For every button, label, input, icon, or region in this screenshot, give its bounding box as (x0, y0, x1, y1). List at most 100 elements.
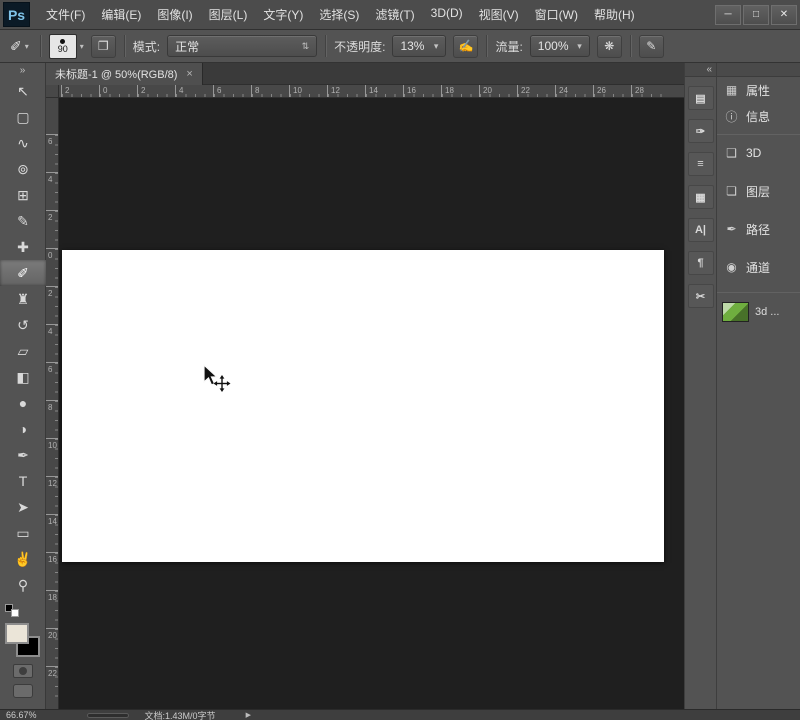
menu-item[interactable]: 图像(I) (149, 2, 200, 27)
3d-panel-button[interactable]: ❑ 3D (717, 140, 800, 166)
maximize-button[interactable]: □ (743, 4, 769, 25)
menu-item[interactable]: 3D(D) (423, 2, 471, 27)
panel-label: 路径 (746, 222, 771, 237)
path-selection-tool[interactable]: ➤ (0, 494, 46, 520)
gradient-tool[interactable]: ◧ (0, 364, 46, 390)
screen-mode-button[interactable] (13, 684, 33, 698)
ruler-mark: 22 (46, 666, 58, 704)
tool-presets-panel-icon[interactable]: ✂ (687, 284, 714, 308)
tablet-opacity-pressure-button[interactable]: ✍ (453, 34, 479, 58)
info-panel-button[interactable]: ⓘ 信息 (717, 103, 800, 129)
menu-item[interactable]: 滤镜(T) (367, 2, 422, 27)
dock-header[interactable] (717, 63, 800, 77)
menu-item[interactable]: 视图(V) (471, 2, 527, 27)
menu-item[interactable]: 文字(Y) (255, 2, 311, 27)
status-scroll-thumb[interactable] (86, 712, 129, 718)
channels-panel-button[interactable]: ◉ 通道 (717, 254, 800, 280)
divider (629, 35, 631, 57)
character-panel-icon[interactable]: A| (687, 218, 714, 242)
brush-preset-picker[interactable]: 90 ▾ (48, 33, 84, 59)
crop-tool[interactable]: ⊞ (0, 182, 46, 208)
pen-tool[interactable]: ✒ (0, 442, 46, 468)
brush-icon: ✐ (10, 37, 22, 54)
flow-value: 100% (537, 39, 569, 53)
ruler-mark: 0 (46, 248, 58, 286)
menu-item[interactable]: 编辑(E) (93, 2, 149, 27)
tool-preset-picker[interactable]: ✐ ▾ (7, 36, 32, 57)
clone-stamp-tool[interactable]: ♜ (0, 286, 46, 312)
shape-tool[interactable]: ▭ (0, 520, 46, 546)
panel-label: 信息 (746, 109, 771, 124)
tablet-size-pressure-button[interactable]: ✎ (638, 34, 664, 58)
ruler-mark: 4 (175, 85, 213, 97)
horizontal-ruler[interactable]: 2 0 2 4 6 8 10 12 14 16 18 20 22 24 26 28 (59, 85, 684, 98)
history-brush-tool[interactable]: ↺ (0, 312, 46, 338)
tool-icon: ↖ (17, 82, 29, 99)
foreground-color-swatch[interactable] (5, 623, 29, 644)
adjustments-panel-icon[interactable]: ▤ (687, 86, 714, 110)
chevron-down-icon: ▾ (79, 41, 84, 51)
divider (123, 35, 125, 57)
toggle-brush-panel-button[interactable]: ❐ (90, 34, 116, 58)
ruler-mark: 8 (46, 400, 58, 438)
ruler-mark: 2 (46, 210, 58, 248)
clone-source-panel-icon[interactable]: ▦ (687, 185, 714, 209)
tab-close-icon[interactable]: × (186, 68, 192, 80)
styles-panel-icon[interactable]: ✑ (687, 119, 714, 143)
quick-selection-tool[interactable]: ⊚ (0, 156, 46, 182)
close-button[interactable]: ✕ (771, 4, 797, 25)
tool-icon: ▱ (17, 342, 29, 359)
quick-mask-button[interactable] (13, 664, 33, 678)
ruler-origin-corner[interactable] (46, 85, 59, 98)
strip-collapse-button[interactable]: « (685, 63, 716, 77)
chevron-down-icon: ▾ (577, 40, 582, 51)
divider (325, 35, 327, 57)
flow-select[interactable]: 100% ▾ (529, 35, 590, 57)
menu-item[interactable]: 文件(F) (38, 2, 93, 27)
ruler-mark: 10 (46, 438, 58, 476)
lasso-tool[interactable]: ∿ (0, 130, 46, 156)
type-tool[interactable]: T (0, 468, 46, 494)
menu-item[interactable]: 帮助(H) (586, 2, 643, 27)
opacity-label: 不透明度: (334, 39, 386, 54)
eraser-tool[interactable]: ▱ (0, 338, 46, 364)
tool-icon: ◧ (16, 368, 30, 385)
flow-label: 流量: (495, 39, 523, 54)
divider (486, 35, 488, 57)
airbrush-button[interactable]: ❋ (596, 34, 622, 58)
canvas[interactable] (62, 250, 664, 562)
hand-tool[interactable]: ✌ (0, 546, 46, 572)
panel-dock: ▦ 属性 ⓘ 信息 ❑ 3D ❏ 图层 ✒ 路径 ◉ 通道 3d ... (716, 63, 800, 709)
brush-tool[interactable]: ✐ (0, 260, 46, 286)
menu-item[interactable]: 图层(L) (201, 2, 256, 27)
zoom-level-field[interactable]: 66.67% (6, 710, 37, 720)
document-tab[interactable]: 未标题-1 @ 50%(RGB/8) × (46, 63, 203, 85)
properties-panel-button[interactable]: ▦ 属性 (717, 77, 800, 103)
minimize-button[interactable]: ─ (715, 4, 741, 25)
menu-item[interactable]: 选择(S) (311, 2, 367, 27)
panel-icon: ✒ (726, 222, 737, 236)
status-options-arrow-icon[interactable]: ▶ (246, 711, 251, 719)
3d-layer-item[interactable]: 3d ... (717, 299, 800, 325)
paths-panel-button[interactable]: ✒ 路径 (717, 216, 800, 242)
tool-icon: ▭ (16, 524, 30, 541)
brush-panel-icon[interactable]: ≡ (687, 152, 714, 176)
zoom-tool[interactable]: ⚲ (0, 572, 46, 598)
swap-colors-icon[interactable] (11, 609, 19, 617)
ruler-mark: 2 (61, 85, 99, 97)
blend-mode-select[interactable]: 正常 ⇅ (167, 35, 318, 57)
vertical-ruler[interactable]: 6 4 2 0 2 4 6 8 10 12 14 16 18 20 22 (46, 98, 59, 709)
healing-brush-tool[interactable]: ✚ (0, 234, 46, 260)
panel-icon: ⓘ (725, 109, 738, 124)
blur-tool[interactable]: ● (0, 390, 46, 416)
toolbar-collapse-button[interactable]: » (0, 63, 45, 78)
move-tool[interactable]: ↖ (0, 78, 46, 104)
tool-icon: T (18, 473, 28, 489)
marquee-tool[interactable]: ▢ (0, 104, 46, 130)
eyedropper-tool[interactable]: ✎ (0, 208, 46, 234)
layers-panel-button[interactable]: ❏ 图层 (717, 178, 800, 204)
dodge-tool[interactable]: ◑ (0, 416, 46, 442)
menu-item[interactable]: 窗口(W) (527, 2, 586, 27)
paragraph-panel-icon[interactable]: ¶ (687, 251, 714, 275)
opacity-select[interactable]: 13% ▾ (392, 35, 447, 57)
